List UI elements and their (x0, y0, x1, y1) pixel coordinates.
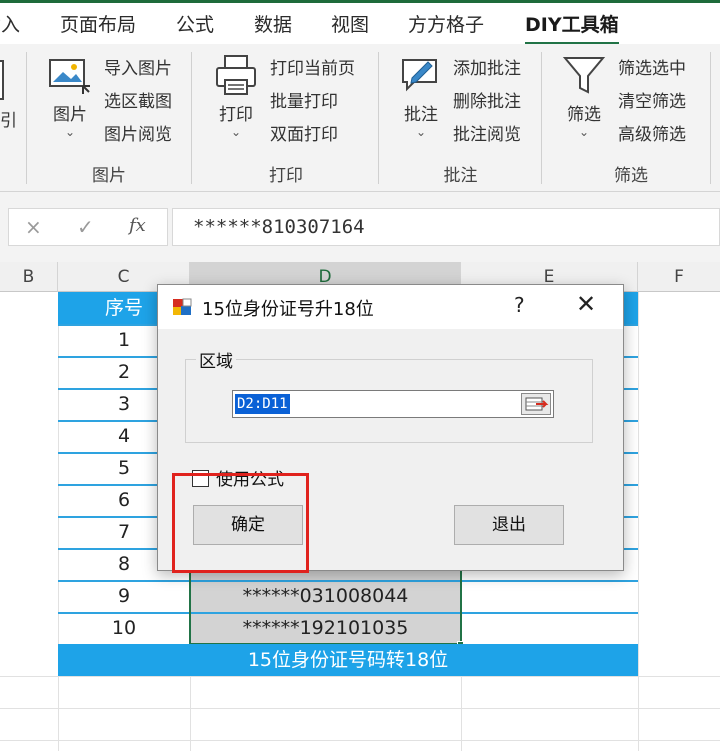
filter-button[interactable]: 筛选 ⌄ (552, 52, 616, 152)
print-current-page-button[interactable]: 打印当前页 (270, 56, 355, 82)
batch-print-button[interactable]: 批量打印 (270, 89, 338, 115)
selection-screenshot-button[interactable]: 选区截图 (104, 89, 172, 115)
exit-button[interactable]: 退出 (454, 505, 564, 545)
comment-pencil-icon (402, 59, 437, 92)
grid-line (0, 708, 720, 709)
ribbon-group-print: 打印 ⌄ 打印当前页 批量打印 双面打印 打印 (196, 44, 376, 192)
highlight-annotation (172, 473, 309, 573)
grid-line (0, 676, 720, 677)
funnel-icon (562, 57, 606, 94)
ribbon-group-partial: 引 (0, 44, 24, 192)
partial-label[interactable]: 引 (0, 106, 17, 131)
tab-insert[interactable]: 插入 (0, 9, 20, 41)
group-label-picture: 图片 (92, 166, 126, 186)
column-header-b[interactable]: B (0, 262, 58, 292)
chevron-down-icon: ⌄ (230, 125, 242, 139)
picture-icon (49, 59, 90, 94)
table-row-index[interactable]: 9 (58, 580, 190, 612)
ribbon-group-picture: 图片 ⌄ 导入图片 选区截图 图片阅览 图片 (30, 44, 188, 192)
range-groupbox-label: 区域 (196, 347, 236, 372)
ribbon: 引 图片 ⌄ 导入图片 选区截图 图片阅览 图片 打印 ⌄ 打印当前页 批量打印… (0, 44, 720, 192)
cancel-icon[interactable]: × (25, 215, 42, 239)
enter-icon[interactable]: ✓ (77, 215, 94, 239)
close-icon[interactable]: ✕ (576, 291, 596, 317)
group-label-comment: 批注 (443, 166, 478, 186)
chevron-down-icon: ⌄ (415, 125, 427, 139)
chevron-down-icon: ⌄ (64, 125, 76, 139)
column-header-f[interactable]: F (638, 262, 720, 292)
filter-selected-button[interactable]: 筛选选中 (618, 56, 686, 82)
group-separator (191, 52, 192, 184)
add-comment-button[interactable]: 添加批注 (453, 56, 521, 82)
ribbon-tab-bar: 插入 页面布局 公式 数据 视图 方方格子 DIY工具箱 (0, 0, 720, 45)
formula-bar-controls: × ✓ fx (8, 208, 168, 246)
range-input[interactable]: D2:D11 (232, 390, 554, 418)
partial-icon (0, 60, 4, 100)
formula-bar: × ✓ fx ******810307164 (0, 192, 720, 262)
group-separator (378, 52, 379, 184)
printer-icon (216, 55, 256, 95)
comment-button[interactable]: 批注 ⌄ (389, 52, 453, 152)
tab-view[interactable]: 视图 (331, 9, 369, 41)
browse-comment-button[interactable]: 批注阅览 (453, 122, 521, 148)
delete-comment-button[interactable]: 删除批注 (453, 89, 521, 115)
table-footer[interactable]: 15位身份证号码转18位 (58, 644, 638, 676)
grid-line (638, 292, 639, 751)
picture-button[interactable]: 图片 ⌄ (38, 52, 102, 152)
picture-browse-button[interactable]: 图片阅览 (104, 122, 172, 148)
ribbon-group-comment: 批注 ⌄ 添加批注 删除批注 批注阅览 批注 (383, 44, 538, 192)
print-button-label: 打印 (219, 105, 253, 125)
advanced-filter-button[interactable]: 高级筛选 (618, 122, 686, 148)
clear-filter-button[interactable]: 清空筛选 (618, 89, 686, 115)
tab-diy-toolbox[interactable]: DIY工具箱 (525, 9, 619, 45)
comment-button-label: 批注 (404, 105, 438, 125)
group-label-print: 打印 (269, 166, 303, 186)
tab-formulas[interactable]: 公式 (176, 9, 214, 41)
formula-input[interactable]: ******810307164 (172, 208, 720, 246)
duplex-print-button[interactable]: 双面打印 (270, 122, 338, 148)
group-separator (710, 52, 711, 184)
table-row-index[interactable]: 10 (58, 612, 190, 644)
tab-data[interactable]: 数据 (254, 9, 292, 41)
tab-page-layout[interactable]: 页面布局 (60, 9, 136, 41)
range-picker-button[interactable] (521, 393, 551, 415)
import-picture-button[interactable]: 导入图片 (104, 56, 172, 82)
ribbon-group-filter: 筛选 ⌄ 筛选选中 清空筛选 高级筛选 筛选 (546, 44, 716, 192)
print-button[interactable]: 打印 ⌄ (204, 52, 268, 152)
range-input-value: D2:D11 (235, 394, 290, 414)
chevron-down-icon: ⌄ (578, 125, 590, 139)
group-label-filter: 筛选 (614, 166, 648, 186)
grid-line (0, 740, 720, 741)
group-separator (26, 52, 27, 184)
app-icon (173, 298, 192, 315)
dialog-titlebar[interactable]: 15位身份证号升18位 ? ✕ (158, 285, 623, 329)
group-separator (541, 52, 542, 184)
filter-button-label: 筛选 (567, 105, 601, 125)
dialog-title: 15位身份证号升18位 (202, 299, 374, 320)
picture-button-label: 图片 (53, 105, 87, 125)
insert-function-icon[interactable]: fx (129, 215, 146, 236)
tab-fangfang[interactable]: 方方格子 (408, 9, 484, 41)
range-select-icon (525, 397, 549, 411)
help-icon[interactable]: ? (514, 293, 525, 317)
